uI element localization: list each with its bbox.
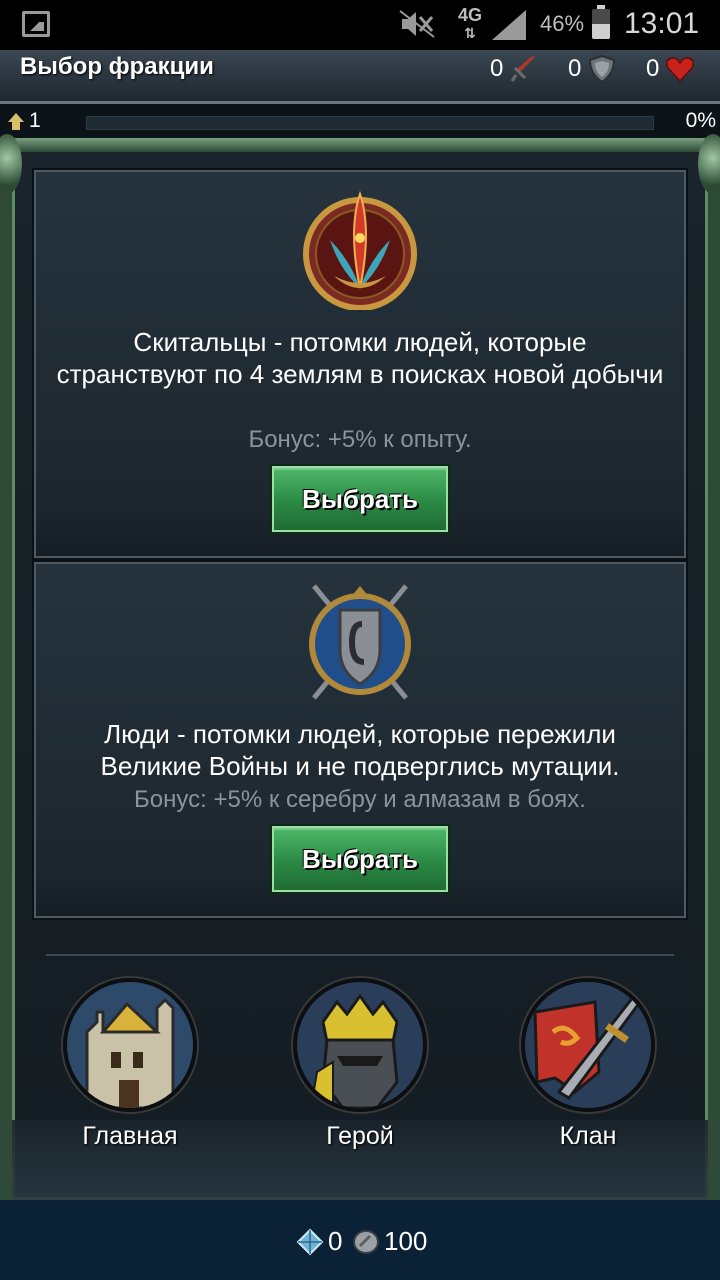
signal-icon <box>492 10 526 40</box>
mute-icon <box>399 10 435 38</box>
gallery-icon <box>22 11 50 37</box>
currency-bar: 0 100 <box>0 1200 720 1280</box>
battery-icon <box>592 5 610 39</box>
network-type: 4G ⇅ <box>458 5 483 41</box>
defense-value: 0 <box>568 55 582 82</box>
diamond-icon <box>296 1228 324 1255</box>
battery-percent: 46% <box>540 11 585 36</box>
faction-description: Люди - потомки людей, которые пережили В… <box>100 719 620 781</box>
sword-icon <box>511 56 536 82</box>
heart-icon <box>666 57 695 83</box>
nav-clan-label: Клан <box>559 1122 617 1150</box>
faction-bonus: Бонус: +5% к серебру и алмазам в боях. <box>134 786 586 813</box>
faction-bonus: Бонус: +5% к опыту. <box>248 426 472 453</box>
faction-description: Скитальцы - потомки людей, которые стран… <box>56 327 664 389</box>
nav-clan[interactable]: Клан <box>508 978 668 1151</box>
faction-card-humans: Люди - потомки людей, которые пережили В… <box>34 562 686 918</box>
status-bar: 4G ⇅ 46% 13:01 <box>0 0 720 50</box>
nav-main[interactable]: Главная <box>50 978 210 1151</box>
game-header: Выбор фракции 0 0 0 <box>0 50 720 104</box>
hero-helmet-icon <box>293 978 427 1112</box>
silver-counter: 100 <box>352 1226 427 1257</box>
silver-coin-icon <box>353 1229 379 1254</box>
frame-border-top <box>0 138 720 152</box>
attack-value: 0 <box>490 55 504 82</box>
diamonds-value: 0 <box>328 1226 343 1256</box>
clan-banner-icon <box>521 978 655 1112</box>
defense-stat: 0 <box>568 54 617 84</box>
nav-hero[interactable]: Герой <box>280 978 440 1151</box>
humans-emblem-icon <box>309 584 411 700</box>
select-wanderers-button[interactable]: Выбрать <box>272 466 448 532</box>
xp-progress-track <box>86 116 654 130</box>
shield-icon <box>589 54 616 84</box>
faction-card-wanderers: Скитальцы - потомки людей, которые стран… <box>34 170 686 558</box>
frame-ornament-right <box>698 134 720 194</box>
page-title: Выбор фракции <box>20 53 214 80</box>
silver-value: 100 <box>384 1226 428 1256</box>
level-up-icon <box>8 113 24 130</box>
nav-main-label: Главная <box>82 1122 178 1150</box>
attack-stat: 0 <box>490 54 539 84</box>
experience-bar: 1 0% <box>0 104 720 138</box>
wanderers-emblem-icon <box>303 190 417 310</box>
clock: 13:01 <box>624 7 700 40</box>
castle-icon <box>63 978 197 1112</box>
nav-hero-label: Герой <box>326 1122 394 1150</box>
health-stat: 0 <box>646 54 695 84</box>
diamonds-counter: 0 <box>296 1226 342 1257</box>
divider <box>46 954 674 956</box>
select-humans-button[interactable]: Выбрать <box>272 826 448 892</box>
health-value: 0 <box>646 55 660 82</box>
xp-percent: 0% <box>685 109 716 132</box>
player-level: 1 <box>29 109 41 132</box>
